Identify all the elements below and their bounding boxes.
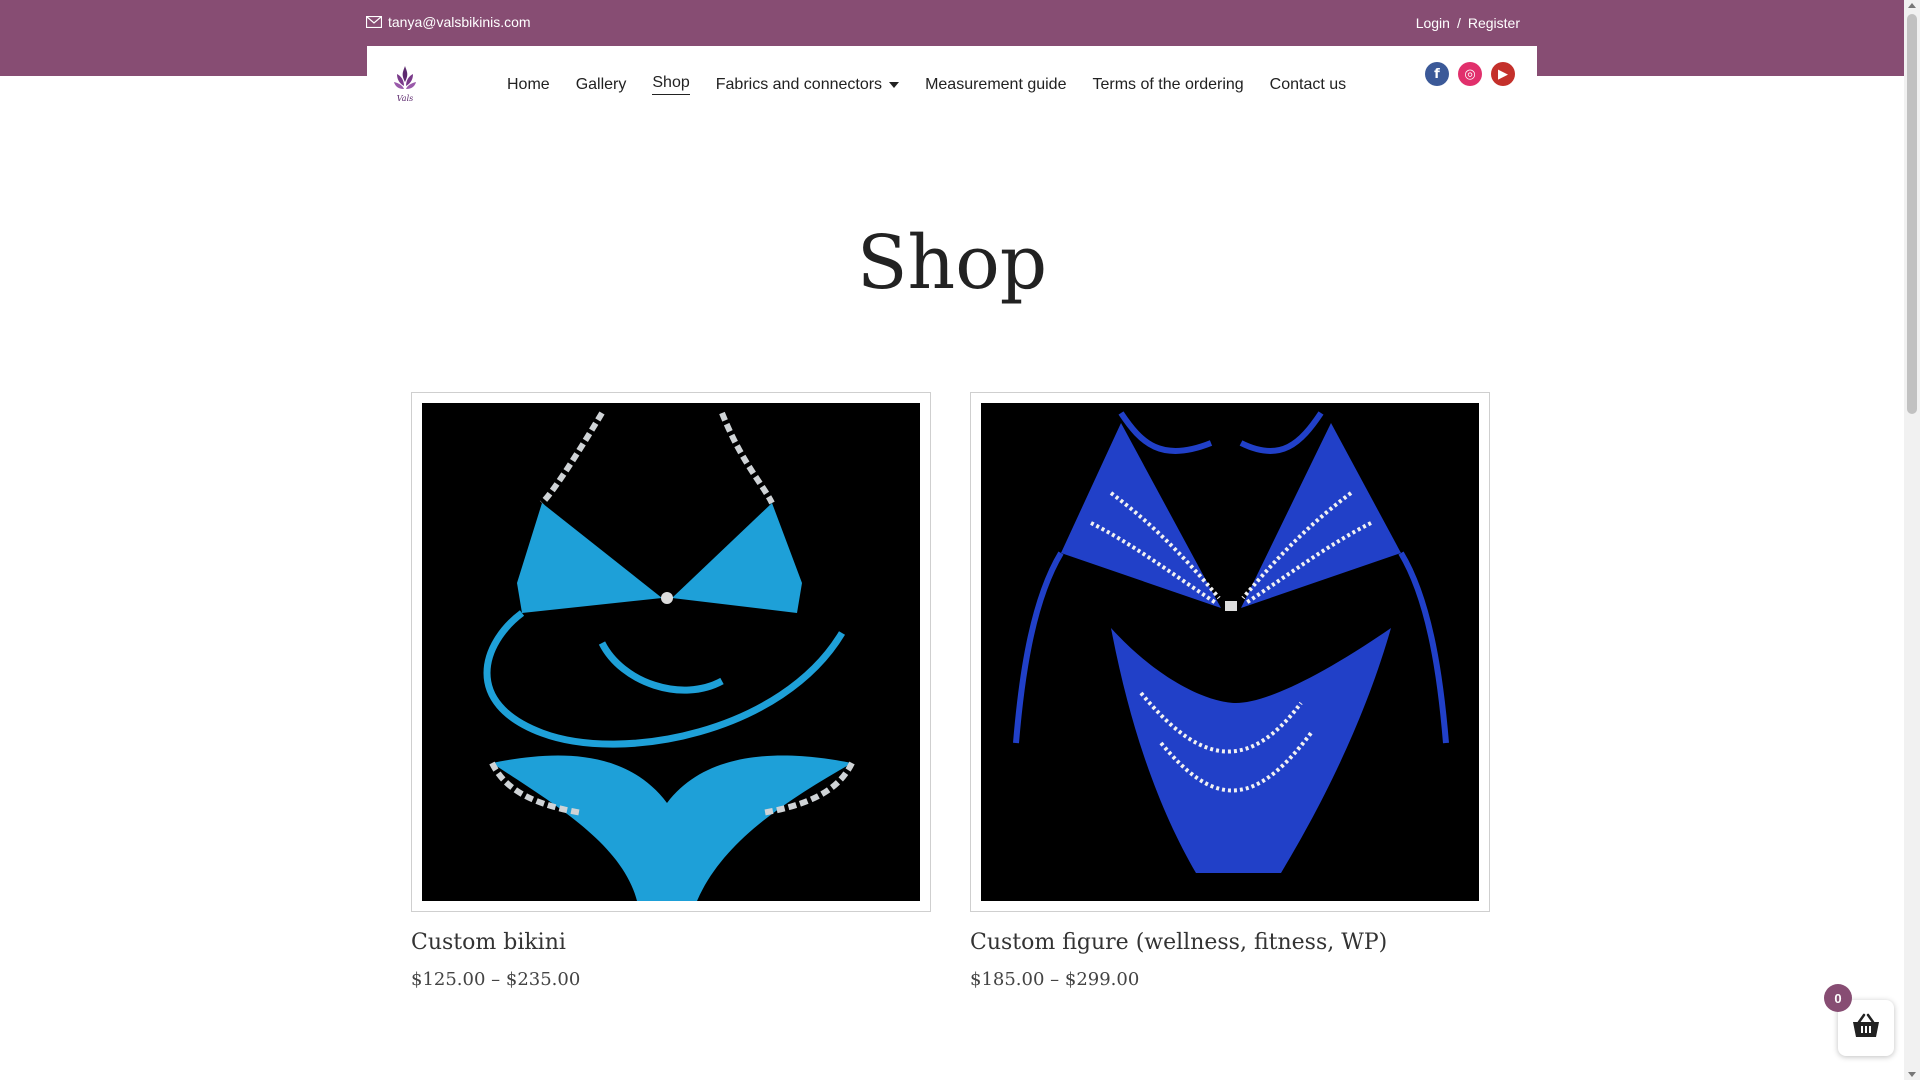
nav-item-contact[interactable]: Contact us <box>1270 74 1346 95</box>
envelope-icon <box>366 16 382 28</box>
nav-label: Measurement guide <box>925 75 1067 93</box>
nav-label: Gallery <box>575 75 627 93</box>
product-card[interactable]: Custom bikini $125.00 – $235.00 <box>411 392 931 990</box>
nav-item-terms[interactable]: Terms of the ordering <box>1092 74 1243 95</box>
page-scrollbar[interactable] <box>1904 0 1920 1080</box>
product-image-frame[interactable] <box>411 392 931 912</box>
scroll-down-icon[interactable] <box>1908 1072 1916 1077</box>
page-title: Shop <box>856 220 1048 306</box>
product-image[interactable] <box>422 403 920 901</box>
contact-email[interactable]: tanya@valsbikinis.com <box>366 14 531 30</box>
nav-label: Fabrics and connectors <box>715 75 883 93</box>
product-card[interactable]: Custom figure (wellness, fitness, WP) $1… <box>970 392 1490 990</box>
auth-separator: / <box>1456 15 1461 31</box>
logo-text: Vals <box>397 94 413 103</box>
main-header: Vals Home Gallery Shop Fabrics and conne… <box>367 46 1537 116</box>
nav-label: Contact us <box>1269 75 1347 93</box>
product-price: $125.00 – $235.00 <box>411 969 581 990</box>
product-price: $185.00 – $299.00 <box>970 969 1140 990</box>
nav-label: Terms of the ordering <box>1092 75 1244 93</box>
basket-icon <box>1851 1013 1881 1044</box>
nav-item-measurement[interactable]: Measurement guide <box>925 74 1066 95</box>
social-links: f ◎ ▶ <box>1425 62 1515 86</box>
instagram-icon[interactable]: ◎ <box>1458 62 1482 86</box>
cart-count-badge: 0 <box>1824 984 1852 1012</box>
caret-down-icon <box>889 81 900 88</box>
scroll-up-icon[interactable] <box>1908 3 1916 8</box>
nav-item-gallery[interactable]: Gallery <box>576 74 627 95</box>
nav-label: Shop <box>652 74 690 91</box>
youtube-icon[interactable]: ▶ <box>1491 62 1515 86</box>
site-logo[interactable]: Vals <box>391 64 419 104</box>
primary-nav: Home Gallery Shop Fabrics and connectors… <box>507 74 1372 95</box>
register-link[interactable]: Register <box>1468 15 1520 31</box>
product-image[interactable] <box>981 403 1479 901</box>
product-name[interactable]: Custom figure (wellness, fitness, WP) <box>970 930 1490 955</box>
auth-links: Login / Register <box>1416 15 1520 31</box>
facebook-icon[interactable]: f <box>1425 62 1449 86</box>
nav-item-shop[interactable]: Shop <box>652 74 690 95</box>
nav-label: Home <box>507 75 550 93</box>
nav-item-home[interactable]: Home <box>507 74 550 95</box>
email-text: tanya@valsbikinis.com <box>388 14 531 30</box>
floating-cart-button[interactable]: 0 <box>1824 984 1894 1056</box>
nav-item-fabrics[interactable]: Fabrics and connectors <box>715 74 900 95</box>
product-image-frame[interactable] <box>970 392 1490 912</box>
product-name[interactable]: Custom bikini <box>411 930 931 955</box>
login-link[interactable]: Login <box>1416 15 1450 31</box>
scroll-thumb[interactable] <box>1907 14 1917 414</box>
